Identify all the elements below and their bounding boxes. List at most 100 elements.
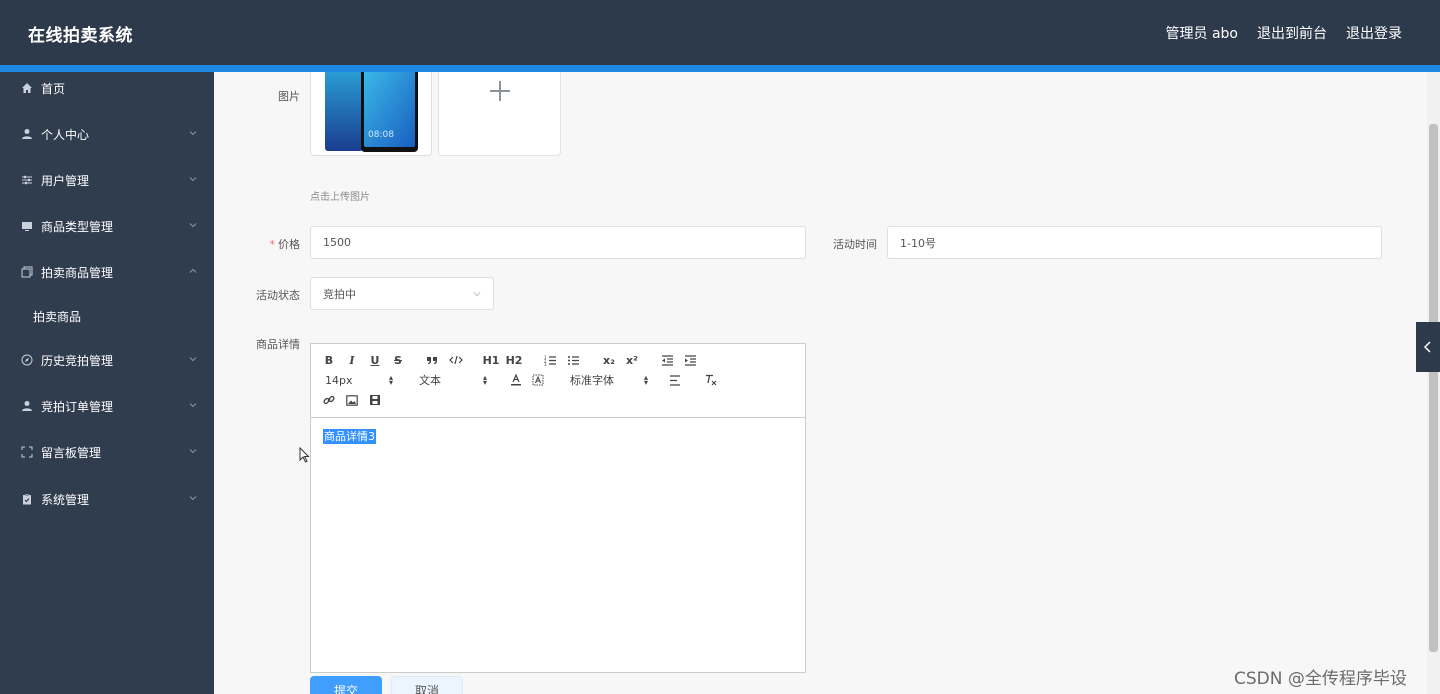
bullet-list-icon — [567, 355, 579, 365]
sidebar-item-label: 历史竞拍管理 — [41, 353, 114, 368]
align-left-icon — [670, 374, 680, 386]
admin-name[interactable]: 管理员 abo — [1166, 23, 1238, 43]
clear-format-button[interactable] — [704, 372, 718, 388]
background-color-button[interactable] — [531, 372, 545, 388]
ordered-list-icon: 123 — [544, 355, 556, 366]
underline-button[interactable]: U — [369, 352, 381, 368]
video-icon — [370, 395, 380, 405]
price-value: 1500 — [323, 236, 351, 249]
bold-button[interactable]: B — [323, 352, 335, 368]
sidebar-item-auction-products[interactable]: 拍卖商品管理 — [0, 257, 214, 287]
side-panel-toggle[interactable] — [1416, 322, 1440, 372]
sidebar-item-label: 系统管理 — [41, 492, 90, 507]
top-bar: 在线拍卖系统 管理员 abo 退出到前台 退出登录 — [0, 0, 1440, 65]
status-select[interactable]: 竞拍中 — [310, 277, 494, 310]
header-picker[interactable]: 文本 ▴ ▾ — [419, 372, 487, 388]
activity-time-input[interactable]: 1-10号 — [887, 226, 1382, 259]
heading1-button[interactable]: H1 — [483, 352, 500, 368]
sidebar-item-system[interactable]: 系统管理 — [0, 484, 214, 514]
price-input[interactable]: 1500 — [310, 226, 806, 259]
sidebar-item-label: 商品类型管理 — [41, 219, 114, 234]
plus-icon-vertical — [499, 81, 501, 101]
image-button[interactable] — [345, 392, 359, 408]
cursor-icon — [299, 446, 310, 463]
price-label-text: 价格 — [278, 238, 300, 251]
sidebar-item-bid-orders[interactable]: 竞拍订单管理 — [0, 391, 214, 421]
sidebar-item-product-types[interactable]: 商品类型管理 — [0, 211, 214, 241]
user-icon — [20, 127, 34, 141]
editor-content[interactable]: 商品详情3 — [323, 428, 376, 444]
clear-format-icon — [706, 374, 717, 386]
bullet-list-button[interactable] — [566, 352, 580, 368]
phone-image: 08:08 — [325, 72, 418, 152]
cancel-button[interactable]: 取消 — [391, 676, 463, 694]
editor-toolbar: B I U S H1 H2 123 x₂ x² 14px ▴ ▾ 文本 ▴ ▾ … — [311, 344, 805, 418]
main-content: 图片 08:08 点击上传图片 * 价格 1500 活动时间 1-10号 活动状… — [214, 72, 1427, 694]
background-color-icon — [532, 374, 544, 386]
font-size-value: 14px — [325, 373, 353, 387]
logout-link[interactable]: 退出登录 — [1346, 23, 1402, 43]
monitor-icon — [20, 219, 34, 233]
sidebar-item-label: 拍卖商品管理 — [41, 265, 114, 280]
image-upload-button[interactable] — [438, 72, 561, 156]
sidebar-item-home[interactable]: 首页 — [0, 73, 214, 103]
chevron-down-icon — [189, 496, 197, 501]
expand-icon — [20, 445, 34, 459]
superscript-button[interactable]: x² — [624, 352, 640, 368]
subscript-button[interactable]: x₂ — [601, 352, 617, 368]
scrollbar-thumb[interactable] — [1429, 124, 1438, 652]
page-scrollbar[interactable] — [1427, 72, 1440, 694]
indent-icon — [684, 354, 696, 366]
detail-label: 商品详情 — [256, 338, 300, 351]
upload-hint: 点击上传图片 — [310, 192, 370, 203]
picker-arrows-icon: ▴ ▾ — [482, 373, 487, 387]
app-title: 在线拍卖系统 — [28, 26, 133, 46]
copy-icon — [20, 265, 34, 279]
sliders-icon — [20, 173, 34, 187]
chevron-down-icon — [189, 177, 197, 182]
align-button[interactable] — [668, 372, 682, 388]
sidebar-item-label: 个人中心 — [41, 127, 90, 142]
code-icon — [449, 355, 463, 365]
outdent-icon — [661, 354, 673, 366]
video-button[interactable] — [368, 392, 382, 408]
sidebar-item-bid-history[interactable]: 历史竞拍管理 — [0, 345, 214, 375]
italic-button[interactable]: I — [346, 352, 358, 368]
submit-button[interactable]: 提交 — [310, 676, 382, 694]
chevron-down-icon — [189, 449, 197, 454]
sidebar-subitem-auction-product[interactable]: 拍卖商品 — [0, 301, 214, 331]
chevron-down-icon — [189, 403, 197, 408]
link-icon — [323, 395, 335, 405]
chevron-down-icon — [189, 131, 197, 136]
exit-to-front-link[interactable]: 退出到前台 — [1257, 23, 1327, 43]
outdent-button[interactable] — [660, 352, 674, 368]
mouse-cursor — [299, 446, 310, 466]
image-label: 图片 — [278, 90, 300, 103]
link-button[interactable] — [322, 392, 336, 408]
text-color-button[interactable] — [509, 372, 523, 388]
image-icon — [346, 394, 358, 406]
sidebar-item-users[interactable]: 用户管理 — [0, 165, 214, 195]
heading2-button[interactable]: H2 — [506, 352, 523, 368]
header-value: 文本 — [419, 374, 441, 387]
quote-icon — [427, 357, 437, 364]
indent-button[interactable] — [683, 352, 697, 368]
uploaded-image-thumb[interactable]: 08:08 — [310, 72, 432, 156]
chevron-left-icon — [1423, 341, 1431, 353]
compass-icon — [20, 353, 34, 367]
sidebar-item-label: 用户管理 — [41, 173, 90, 188]
blockquote-button[interactable] — [425, 352, 439, 368]
strike-button[interactable]: S — [392, 352, 404, 368]
code-button[interactable] — [448, 352, 464, 368]
sidebar-item-personal[interactable]: 个人中心 — [0, 119, 214, 149]
sidebar-item-message-board[interactable]: 留言板管理 — [0, 437, 214, 467]
time-label: 活动时间 — [833, 238, 877, 251]
ordered-list-button[interactable]: 123 — [543, 352, 557, 368]
activity-time-value: 1-10号 — [900, 236, 936, 250]
chevron-up-icon — [189, 268, 197, 273]
svg-text:3: 3 — [544, 362, 547, 366]
font-size-picker[interactable]: 14px ▴ ▾ — [325, 372, 393, 388]
phone-time: 08:08 — [368, 130, 394, 140]
font-family-picker[interactable]: 标准字体 ▴ ▾ — [570, 372, 648, 388]
rich-text-editor: B I U S H1 H2 123 x₂ x² 14px ▴ ▾ 文本 ▴ ▾ … — [310, 343, 806, 673]
